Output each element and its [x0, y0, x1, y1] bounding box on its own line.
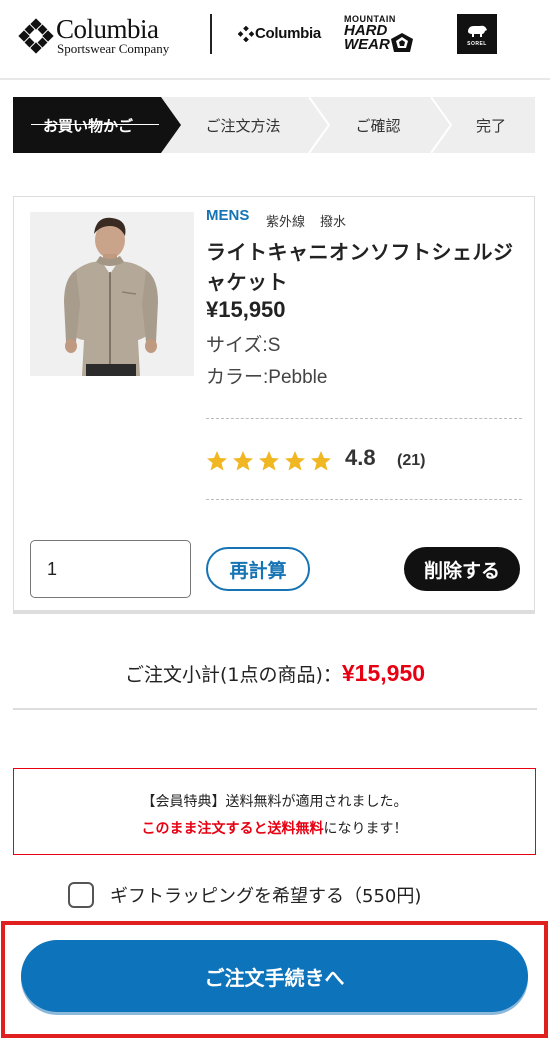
step-confirm-label: ご確認 [355, 116, 401, 135]
product-name[interactable]: ライトキャニオンソフトシェルジャケット [206, 237, 522, 297]
product-category[interactable]: MENS [206, 207, 249, 224]
gift-wrapping-option[interactable]: ギフトラッピングを希望する（550円) [68, 880, 421, 910]
site-header: Columbia Sportswear Company Columbia MOU… [0, 0, 550, 80]
product-photo-jacket [30, 212, 194, 376]
subtotal-label: ご注文小計(1点の商品)： [124, 664, 342, 686]
free-shipping-highlight: このまま注文すると送料無料 [141, 821, 324, 837]
product-tag-water-repellent: 撥水 [320, 215, 347, 230]
proceed-to-checkout-button[interactable]: ご注文手続きへ [21, 940, 528, 1012]
columbia-diamond-icon [18, 18, 54, 54]
mhw-logo-bottom: WEAR [344, 36, 390, 53]
subtotal-divider [13, 708, 537, 710]
checkout-steps: お買い物かご ご注文方法 ご確認 完了 [13, 97, 535, 153]
step-complete: 完了 [451, 97, 531, 153]
star-icon [285, 451, 305, 471]
recalculate-button[interactable]: 再計算 [206, 547, 310, 591]
step-confirm: ご確認 [323, 97, 433, 153]
step-order-method: ご注文方法 [183, 97, 303, 153]
rating-divider-bottom [206, 499, 522, 500]
gift-wrapping-checkbox[interactable] [68, 882, 94, 908]
rating-value: 4.8 [345, 445, 376, 470]
step-complete-label: 完了 [475, 116, 506, 135]
columbia-tagline: Sportswear Company [57, 41, 170, 56]
sorel-logo[interactable]: SOREL [457, 14, 497, 54]
step-order-method-label: ご注文方法 [205, 116, 281, 135]
star-icon [207, 451, 227, 471]
sorel-wordmark: SOREL [467, 41, 487, 47]
rating-divider-top [206, 418, 522, 419]
rating-stars [204, 449, 334, 475]
mhw-nut-icon [391, 33, 413, 52]
free-shipping-rest: になります！ [323, 821, 408, 837]
product-image[interactable] [30, 212, 194, 376]
product-size: サイズ:S [206, 335, 281, 356]
subtotal-amount: ¥15,950 [341, 660, 426, 686]
gift-wrapping-label[interactable]: ギフトラッピングを希望する（550円) [110, 882, 421, 908]
columbia-wordmark: Columbia [56, 14, 159, 44]
columbia-brand-wordmark: Columbia [255, 25, 321, 42]
cart-item-card: MENS 紫外線 撥水 ライトキャニオンソフトシェルジャケット ¥15,950 … [13, 196, 535, 614]
product-tag-uv: 紫外線 [266, 215, 306, 230]
mountain-hardwear-logo[interactable]: MOUNTAIN HARD WEAR [342, 14, 418, 56]
header-divider [210, 14, 212, 54]
free-shipping-notice: 【会員特典】送料無料が適用されました。 このまま注文すると送料無料になります！ [13, 768, 536, 855]
star-icon [233, 451, 253, 471]
order-subtotal: ご注文小計(1点の商品)：¥15,950 [0, 660, 550, 687]
star-icon [311, 451, 331, 471]
quantity-input[interactable] [30, 540, 191, 598]
step-cart-strike [31, 124, 159, 125]
columbia-small-diamond-icon [238, 26, 254, 42]
product-color: カラー:Pebble [206, 367, 328, 388]
step-cart-label: お買い物かご [42, 116, 133, 135]
product-price: ¥15,950 [206, 297, 286, 322]
delete-item-button[interactable]: 削除する [404, 547, 520, 591]
review-count[interactable]: (21) [397, 452, 425, 470]
sorel-bear-icon [468, 25, 487, 37]
free-shipping-text: このまま注文すると送料無料になります！ [14, 818, 535, 838]
star-icon [259, 451, 279, 471]
member-benefit-text: 【会員特典】送料無料が適用されました。 [141, 794, 408, 810]
columbia-sportswear-logo[interactable]: Columbia Sportswear Company [18, 14, 188, 58]
step-cart: お買い物かご [13, 97, 163, 153]
